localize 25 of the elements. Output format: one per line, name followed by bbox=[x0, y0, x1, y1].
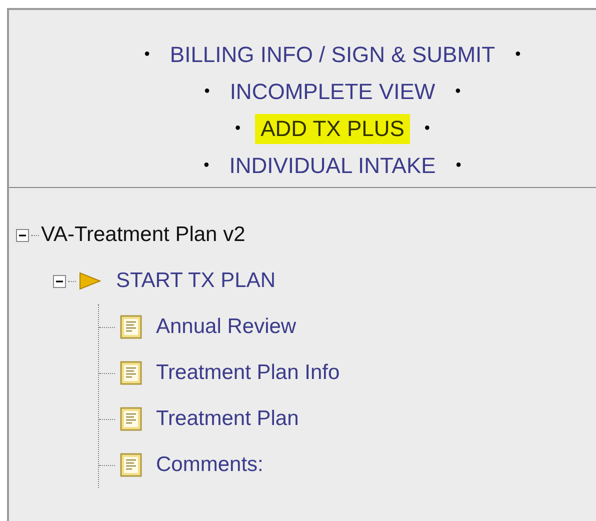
tree-item[interactable]: Treatment Plan Info bbox=[156, 361, 340, 385]
play-icon bbox=[78, 271, 102, 291]
bullet: • bbox=[456, 156, 462, 174]
form-icon bbox=[120, 407, 142, 431]
bullet: • bbox=[204, 82, 210, 100]
tree-item[interactable]: Comments: bbox=[156, 453, 264, 477]
collapse-icon[interactable] bbox=[16, 228, 29, 242]
tree-item[interactable]: START TX PLAN bbox=[116, 269, 276, 293]
menu-link[interactable]: INCOMPLETE VIEW bbox=[224, 76, 442, 106]
tree-item[interactable]: Annual Review bbox=[156, 315, 296, 339]
bullet: • bbox=[204, 156, 210, 174]
bullet: • bbox=[455, 82, 461, 100]
collapse-icon[interactable] bbox=[53, 274, 66, 288]
menu-link[interactable]: BILLING INFO / SIGN & SUBMIT bbox=[164, 40, 502, 70]
form-icon bbox=[120, 361, 142, 385]
bullet: • bbox=[424, 120, 430, 138]
bullet: • bbox=[515, 46, 521, 64]
tree-item[interactable]: VA-Treatment Plan v2 bbox=[41, 223, 246, 247]
form-icon bbox=[120, 453, 142, 477]
bullet: • bbox=[234, 120, 241, 138]
menu-link[interactable]: ADD TX PLUS bbox=[254, 114, 410, 144]
tree-item[interactable]: Treatment Plan bbox=[156, 407, 299, 431]
bullet: • bbox=[144, 46, 150, 64]
form-icon bbox=[120, 315, 142, 339]
menu-link[interactable]: INDIVIDUAL INTAKE bbox=[223, 150, 442, 180]
